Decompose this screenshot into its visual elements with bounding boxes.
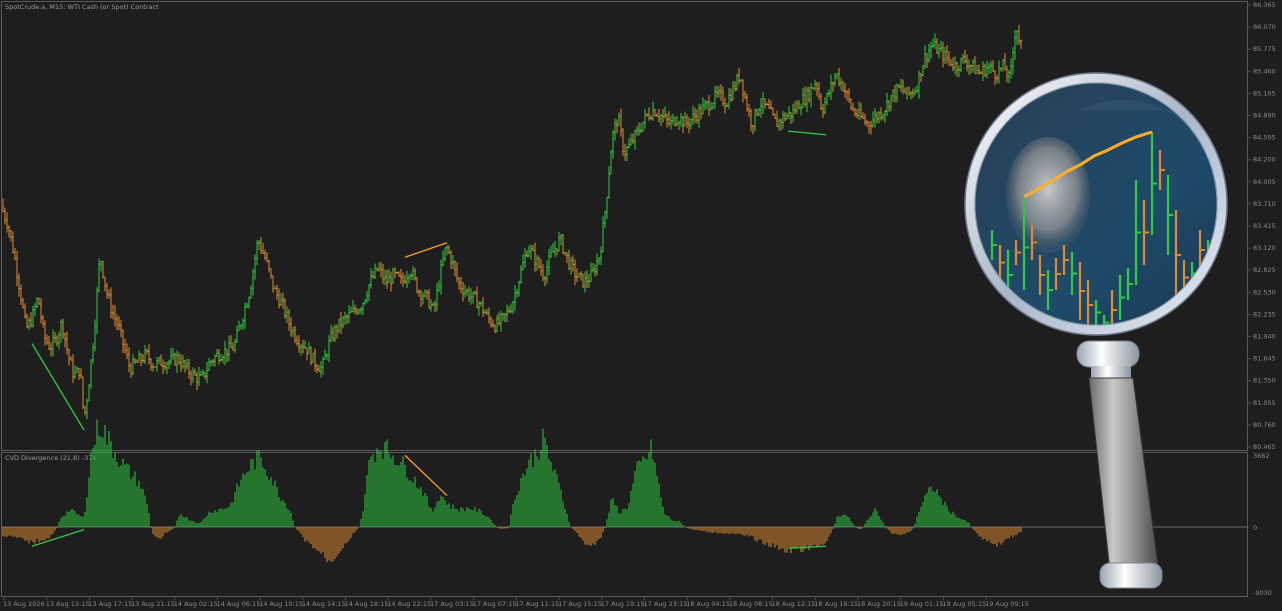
price-label: 83.710 bbox=[1253, 200, 1276, 208]
handle-cap bbox=[1099, 562, 1163, 589]
time-label: 14 Aug 22:15 bbox=[387, 600, 431, 608]
time-label: 19 Aug 01:15 bbox=[900, 600, 944, 608]
price-label: 85.165 bbox=[1253, 89, 1276, 97]
time-label: 18 Aug 12:15 bbox=[772, 600, 816, 608]
price-divergence-line bbox=[404, 242, 448, 258]
time-label: 18 Aug 16:15 bbox=[814, 600, 858, 608]
price-label: 83.120 bbox=[1253, 244, 1276, 252]
price-label: 84.595 bbox=[1253, 134, 1276, 142]
price-label: 81.350 bbox=[1253, 377, 1276, 385]
price-label: 80.760 bbox=[1253, 421, 1276, 429]
time-label: 17 Aug 11:15 bbox=[515, 600, 559, 608]
price-label: 82.825 bbox=[1253, 266, 1276, 274]
price-label: 84.005 bbox=[1253, 178, 1276, 186]
time-label: 14 Aug 10:15 bbox=[259, 600, 303, 608]
time-label: 19 Aug 05:15 bbox=[942, 600, 986, 608]
price-divergence-line bbox=[31, 343, 85, 431]
price-label: 80.465 bbox=[1253, 443, 1276, 451]
price-label: 82.235 bbox=[1253, 310, 1276, 318]
magnifying-glass-icon bbox=[964, 72, 1228, 589]
price-label: 86.365 bbox=[1253, 1, 1276, 9]
price-label: 86.070 bbox=[1253, 23, 1276, 31]
price-label: 85.460 bbox=[1253, 67, 1276, 75]
time-label: 14 Aug 06:15 bbox=[217, 600, 261, 608]
time-label: 14 Aug 14:15 bbox=[302, 600, 346, 608]
price-label: 82.530 bbox=[1253, 288, 1276, 296]
time-label: 14 Aug 18:15 bbox=[345, 600, 389, 608]
divergence-lines bbox=[31, 130, 827, 549]
time-label: 13 Aug 17:15 bbox=[88, 600, 132, 608]
price-label: 84.890 bbox=[1253, 112, 1276, 120]
time-label: 13 Aug 21:15 bbox=[131, 600, 175, 608]
time-label: 18 Aug 08:15 bbox=[729, 600, 773, 608]
handle-grip bbox=[1088, 377, 1159, 573]
time-label: 17 Aug 15:15 bbox=[558, 600, 602, 608]
time-label: 13 Aug 13:15 bbox=[46, 600, 90, 608]
main-chart-title: SpotCrude.a, M15: WTI Cash (or Spot) Con… bbox=[5, 3, 159, 11]
cvd-divergence-line bbox=[787, 545, 827, 549]
lens-glare bbox=[1006, 137, 1090, 253]
time-label: 14 Aug 02:15 bbox=[174, 600, 218, 608]
price-label: 85.775 bbox=[1253, 45, 1276, 53]
price-label: 83.415 bbox=[1253, 222, 1276, 230]
price-label: 84.200 bbox=[1253, 156, 1276, 164]
indicator-axis: 3662 0 -9030 bbox=[1253, 452, 1272, 597]
cvd-histogram bbox=[2, 419, 1022, 563]
price-divergence-line bbox=[787, 130, 827, 136]
chart-root: SpotCrude.a, M15: WTI Cash (or Spot) Con… bbox=[1, 1, 1276, 608]
time-label: 19 Aug 09:15 bbox=[985, 600, 1029, 608]
indicator-label: 0 bbox=[1253, 524, 1257, 532]
indicator-label: 3662 bbox=[1253, 452, 1270, 460]
price-axis: 86.365 86.070 85.775 85.460 85.165 84.890 84.5… bbox=[1247, 1, 1276, 451]
cvd-divergence-line bbox=[31, 528, 85, 547]
handle-collar bbox=[1076, 340, 1140, 368]
time-label: 18 Aug 20:15 bbox=[857, 600, 901, 608]
indicator-label: -9030 bbox=[1253, 589, 1272, 597]
time-label: 18 Aug 04:15 bbox=[686, 600, 730, 608]
time-label: 17 Aug 19:15 bbox=[601, 600, 645, 608]
indicator-title: CVD Divergence (21,8) -37k bbox=[5, 454, 96, 462]
price-label: 81.055 bbox=[1253, 399, 1276, 407]
time-label: 13 Aug 2026 bbox=[3, 600, 45, 608]
price-label: 81.940 bbox=[1253, 333, 1276, 341]
time-label: 17 Aug 23:15 bbox=[644, 600, 688, 608]
time-axis: 13 Aug 2026 13 Aug 13:1513 Aug 17:1513 Au… bbox=[3, 597, 1029, 608]
price-bars bbox=[2, 24, 1023, 420]
price-label: 81.645 bbox=[1253, 355, 1276, 363]
time-label: 17 Aug 03:15 bbox=[430, 600, 474, 608]
time-label: 17 Aug 07:15 bbox=[473, 600, 517, 608]
